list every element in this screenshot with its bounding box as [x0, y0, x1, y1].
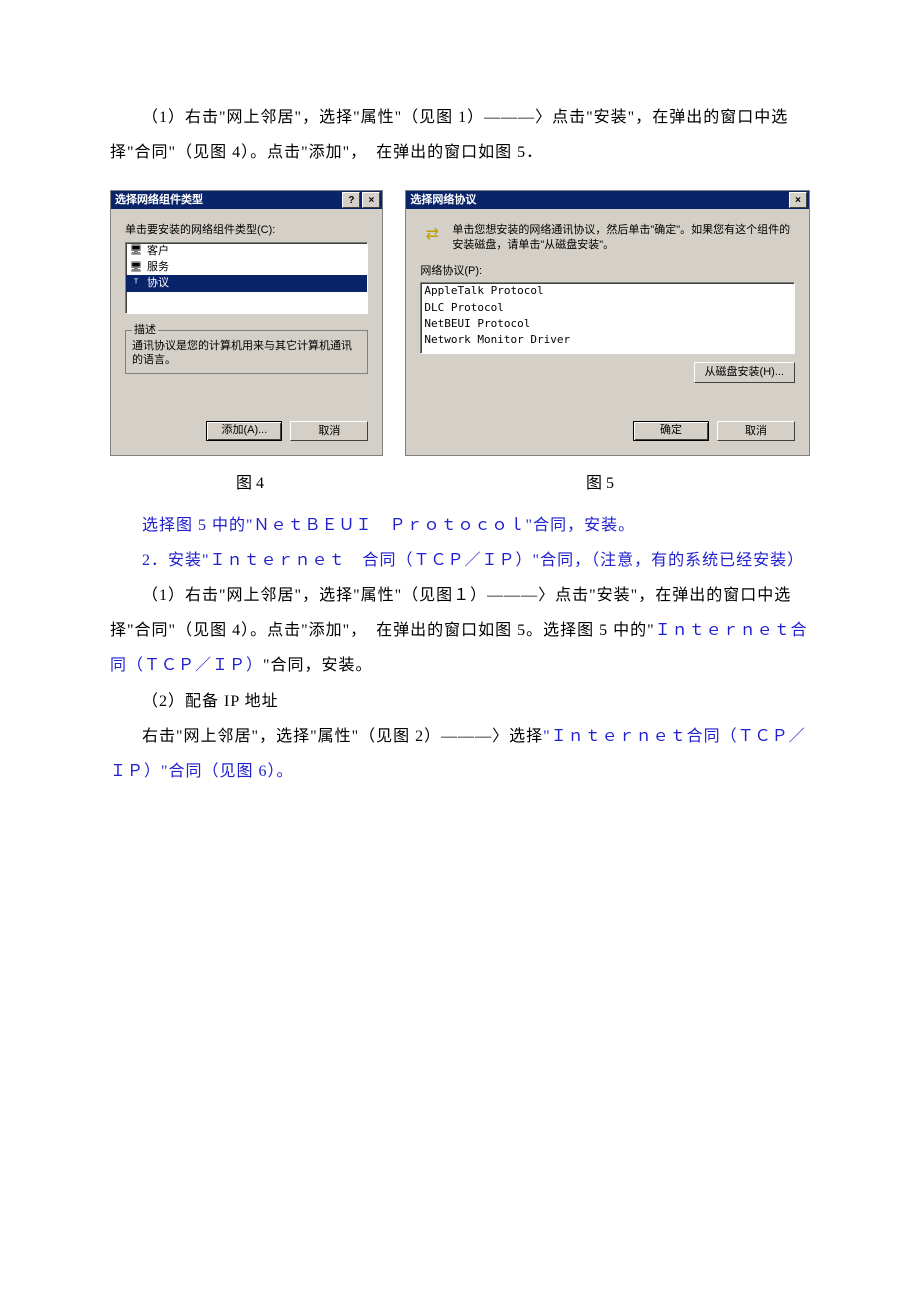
text: "合同，安装。 [263, 657, 373, 674]
hint-text: 单击您想安装的网络通讯协议，然后单击"确定"。如果您有这个组件的安装磁盘，请单击… [452, 223, 795, 252]
hint-row: ⇄ 单击您想安装的网络通讯协议，然后单击"确定"。如果您有这个组件的安装磁盘，请… [420, 223, 795, 252]
description-groupbox: 通讯协议是您的计算机用来与其它计算机通讯的语言。 [125, 330, 368, 375]
dialog-title: 选择网络协议 [410, 193, 789, 207]
dialog-body: ⇄ 单击您想安装的网络通讯协议，然后单击"确定"。如果您有这个组件的安装磁盘，请… [406, 209, 809, 455]
from-disk-button[interactable]: 从磁盘安装(H)... [694, 362, 795, 382]
dialog-body: 单击要安装的网络组件类型(C): 🖥 客户 🖥 服务 ᵀ 协议 [111, 209, 382, 455]
list-item[interactable]: Network Monitor Driver [421, 332, 794, 348]
close-icon[interactable]: × [789, 192, 807, 208]
paragraph-6: 右击"网上邻居"，选择"属性"（见图 2）———〉选择"Ｉｎｔｅｒｎｅｔ合同（Ｔ… [110, 719, 810, 789]
caption-fig5: 图 5 [390, 466, 810, 501]
list-item-protocol[interactable]: ᵀ 协议 [126, 275, 367, 291]
list-item[interactable]: NetBEUI Protocol [421, 316, 794, 332]
list-item-client[interactable]: 🖥 客户 [126, 243, 367, 259]
paragraph-5: （2）配备 IP 地址 [110, 684, 810, 719]
help-icon[interactable]: ? [342, 192, 360, 208]
text-blue: 选择 [142, 517, 176, 534]
list-item-label: 协议 [147, 276, 169, 290]
close-icon[interactable]: × [362, 192, 380, 208]
list-item-label: 客户 [147, 244, 169, 258]
dialog-row: 选择网络组件类型 ? × 单击要安装的网络组件类型(C): 🖥 客户 🖥 服务 [110, 190, 810, 456]
client-icon: 🖥 [129, 245, 143, 257]
protocol-icon: ᵀ [129, 277, 143, 289]
paragraph-2: 选择图 5 中的"ＮｅｔＢＥＵＩ Ｐｒｏｔｏｃｏｌ"合同，安装。 [110, 508, 810, 543]
list-label: 单击要安装的网络组件类型(C): [125, 223, 368, 237]
caption-fig4: 图 4 [110, 466, 390, 501]
titlebar: 选择网络协议 × [406, 191, 809, 209]
paragraph-1: （1）右击"网上邻居"，选择"属性"（见图 1）———〉点击"安装"，在弹出的窗… [110, 100, 810, 170]
dialog-select-component-type: 选择网络组件类型 ? × 单击要安装的网络组件类型(C): 🖥 客户 🖥 服务 [110, 190, 383, 456]
service-icon: 🖥 [129, 261, 143, 273]
protocol-listbox[interactable]: AppleTalk Protocol DLC Protocol NetBEUI … [420, 282, 795, 354]
paragraph-3: 2．安装"Ｉｎｔｅｒｎｅｔ 合同（ＴＣＰ／ＩＰ）"合同，（注意，有的系统已经安装… [110, 543, 810, 578]
list-label: 网络协议(P): [420, 264, 795, 278]
cancel-button[interactable]: 取消 [717, 421, 795, 441]
component-listbox[interactable]: 🖥 客户 🖥 服务 ᵀ 协议 [125, 242, 368, 314]
list-item[interactable]: AppleTalk Protocol [421, 283, 794, 299]
description-text: 通讯协议是您的计算机用来与其它计算机通讯的语言。 [132, 339, 361, 368]
list-item[interactable]: DLC Protocol [421, 300, 794, 316]
add-button[interactable]: 添加(A)... [206, 421, 282, 441]
paragraph-4: （1）右击"网上邻居"，选择"属性"（见图１）———〉点击"安装"，在弹出的窗口… [110, 578, 810, 684]
text-blue: （见图 6）。 [203, 763, 294, 780]
titlebar: 选择网络组件类型 ? × [111, 191, 382, 209]
figure-captions: 图 4 图 5 [110, 466, 810, 501]
dialog-select-protocol: 选择网络协议 × ⇄ 单击您想安装的网络通讯协议，然后单击"确定"。如果您有这个… [405, 190, 810, 456]
cancel-button[interactable]: 取消 [290, 421, 368, 441]
dialog-title: 选择网络组件类型 [115, 193, 342, 207]
document-page: （1）右击"网上邻居"，选择"属性"（见图 1）———〉点击"安装"，在弹出的窗… [0, 0, 920, 1302]
list-item-service[interactable]: 🖥 服务 [126, 259, 367, 275]
text-blue: 图 5 中的"ＮｅｔＢＥＵＩ Ｐｒｏｔｏｃｏｌ"合同，安装。 [176, 517, 635, 534]
protocol-hint-icon: ⇄ [420, 223, 444, 247]
list-item-label: 服务 [147, 260, 169, 274]
text: 右击"网上邻居"，选择"属性"（见图 2）———〉选择 [142, 728, 543, 745]
ok-button[interactable]: 确定 [633, 421, 709, 441]
